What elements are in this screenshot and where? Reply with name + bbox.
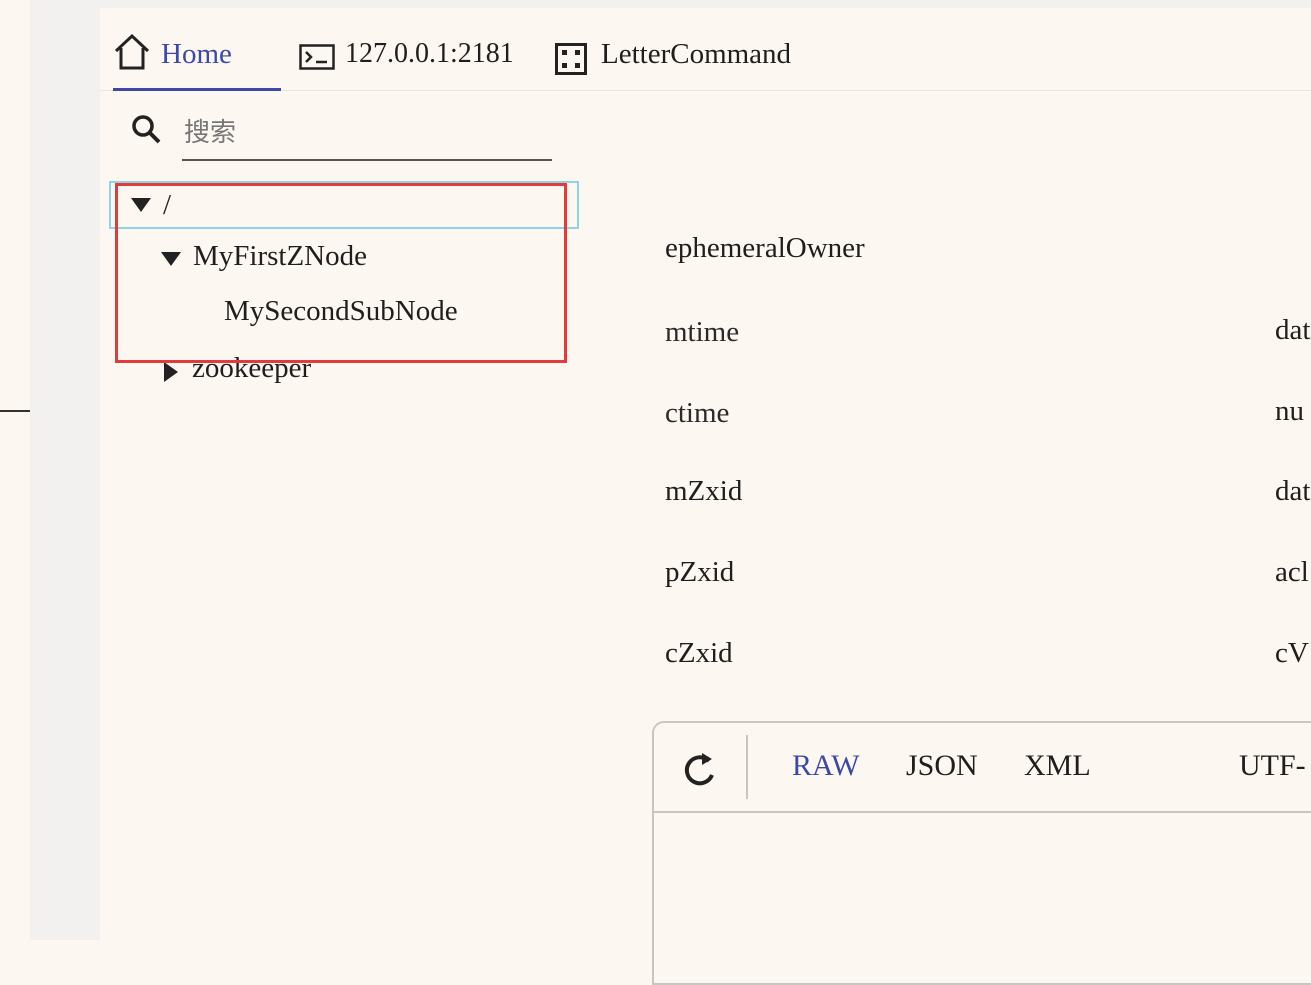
toolbar-divider — [746, 735, 748, 799]
stat-label-right: nu — [1275, 395, 1304, 427]
tree-node-zookeeper[interactable]: zookeeper — [164, 344, 311, 392]
stat-label-pzxid: pZxid — [665, 556, 735, 588]
format-xml-button[interactable]: XML — [1024, 749, 1091, 783]
tree-node-label: MyFirstZNode — [193, 239, 367, 272]
stat-label-right: dat — [1275, 314, 1311, 346]
caret-right-icon[interactable] — [164, 362, 178, 382]
divider — [0, 410, 30, 412]
data-editor: RAW JSON XML UTF- — [652, 721, 1311, 985]
tab-letter-command-label: LetterCommand — [601, 38, 792, 70]
dice-icon — [555, 43, 587, 80]
tab-bar: Home 127.0.0.1:2181 LetterCommand — [100, 8, 1311, 91]
tab-home[interactable]: Home — [113, 32, 281, 91]
caret-down-icon[interactable] — [161, 252, 181, 266]
tab-home-label: Home — [161, 38, 232, 70]
search-input[interactable] — [182, 106, 552, 161]
terminal-icon — [299, 44, 335, 75]
left-gutter — [30, 0, 100, 940]
tab-connection-label: 127.0.0.1:2181 — [345, 38, 514, 69]
tree-node-label: MySecondSubNode — [224, 294, 458, 327]
home-icon — [113, 32, 151, 77]
stat-label-mtime: mtime — [665, 316, 740, 348]
format-raw-button[interactable]: RAW — [792, 749, 860, 783]
editor-toolbar: RAW JSON XML UTF- — [654, 723, 1311, 813]
stat-label-right: acl — [1275, 556, 1309, 588]
active-tab-indicator — [113, 88, 281, 91]
stat-label-right: dat — [1275, 475, 1311, 507]
stat-label-ctime: ctime — [665, 397, 730, 429]
format-json-button[interactable]: JSON — [906, 749, 978, 783]
tree-node-mysecondsubnode[interactable]: MySecondSubNode — [224, 287, 458, 335]
tree-node-label: zookeeper — [192, 351, 312, 384]
editor-body[interactable] — [654, 813, 1311, 983]
stat-label-ephemeral-owner: ephemeralOwner — [665, 232, 865, 264]
stat-label-mzxid: mZxid — [665, 475, 743, 507]
stat-label-right: cV — [1275, 637, 1309, 669]
tree-node-myfirstznode[interactable]: MyFirstZNode — [161, 232, 367, 280]
tab-letter-command[interactable]: LetterCommand — [555, 32, 791, 90]
search-icon — [131, 114, 161, 144]
tab-connection[interactable]: 127.0.0.1:2181 — [299, 32, 514, 90]
caret-down-icon[interactable] — [131, 198, 151, 212]
tree-node-root[interactable]: / — [109, 181, 579, 229]
refresh-icon[interactable] — [682, 749, 718, 789]
tree-node-label: / — [163, 188, 172, 221]
left-rail — [0, 0, 30, 940]
encoding-select[interactable]: UTF- — [1239, 749, 1306, 783]
main-panel: Home 127.0.0.1:2181 LetterCommand 搜索 / M… — [100, 8, 1311, 985]
top-strip — [100, 0, 1311, 8]
stat-label-czxid: cZxid — [665, 637, 733, 669]
